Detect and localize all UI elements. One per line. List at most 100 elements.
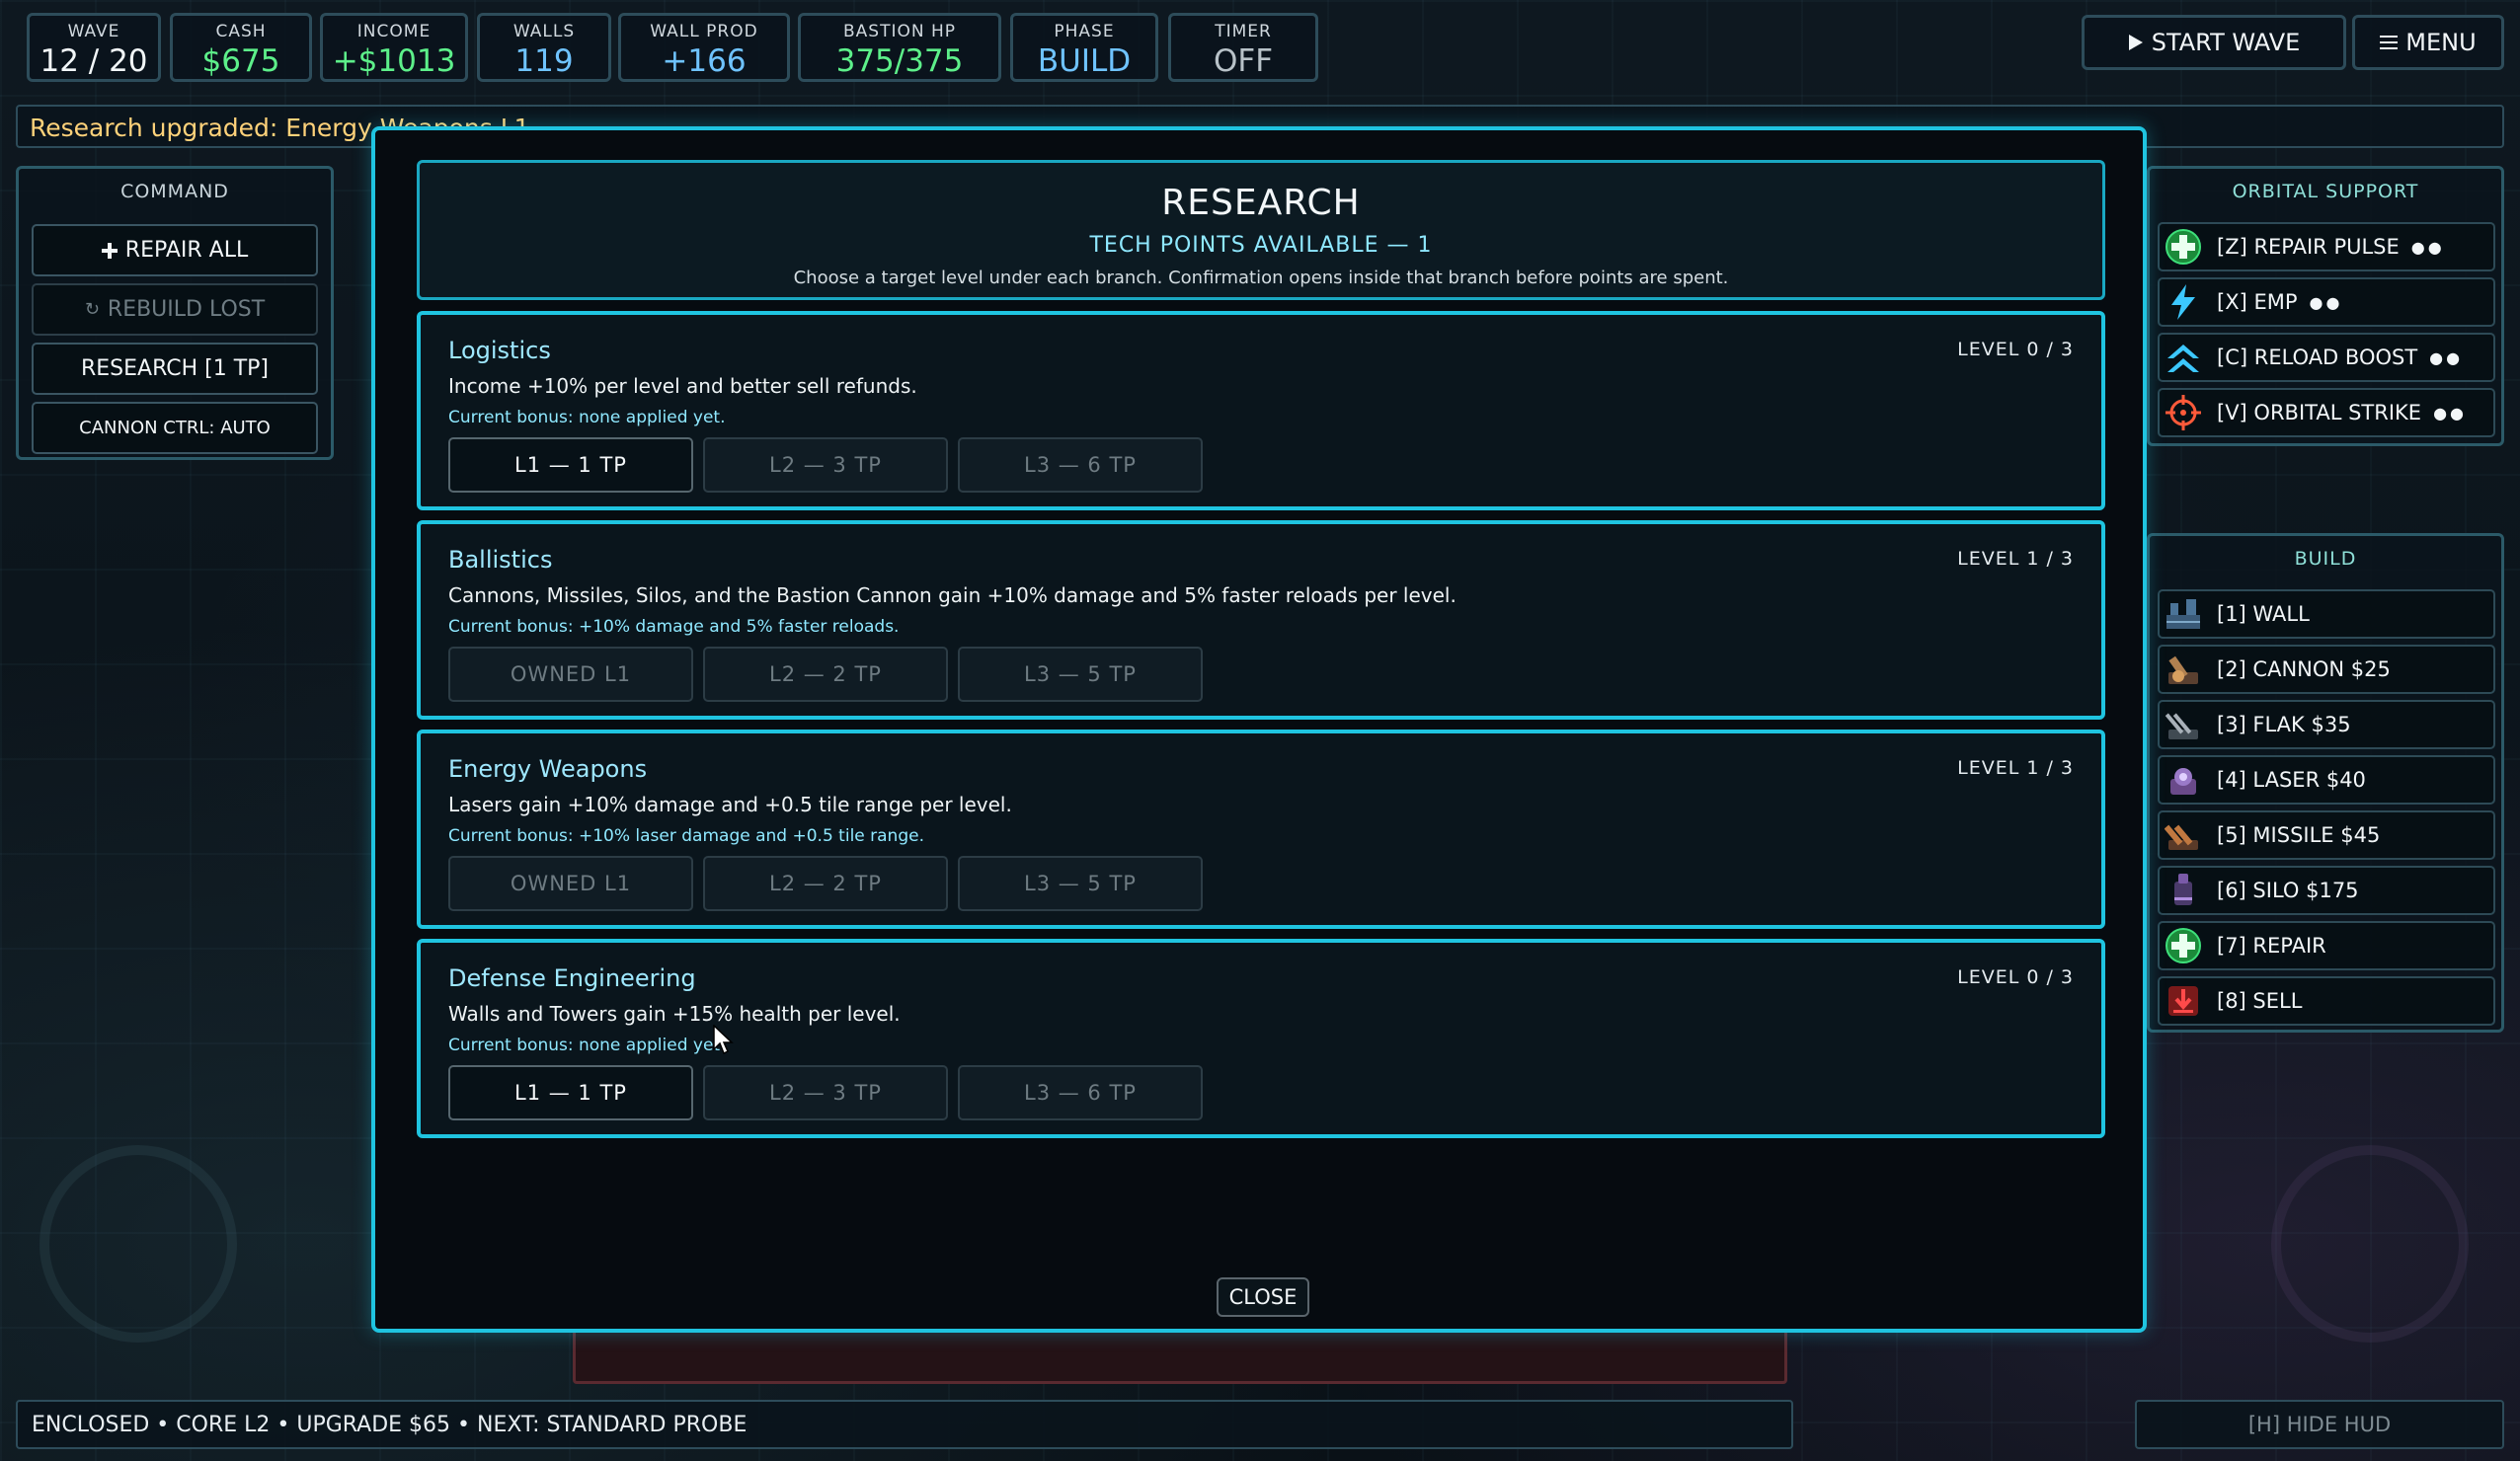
branch-name: Logistics — [448, 337, 551, 364]
stat-value: BUILD — [1037, 43, 1132, 79]
stat-value: $675 — [201, 43, 280, 79]
command-panel: COMMAND REPAIR ALL ↻ REBUILD LOST RESEAR… — [16, 166, 334, 460]
branch-description: Income +10% per level and better sell re… — [448, 374, 917, 398]
charge-indicator: ●● — [2410, 237, 2445, 257]
missile-icon — [2164, 815, 2203, 855]
silo-icon — [2164, 871, 2203, 910]
cannon-control-label: CANNON CTRL: AUTO — [79, 418, 271, 438]
defense-engineering-l2-button[interactable]: L2 — 3 TP — [703, 1065, 948, 1120]
logistics-l3-button[interactable]: L3 — 6 TP — [958, 437, 1203, 493]
research-modal: RESEARCH TECH POINTS AVAILABLE — 1 Choos… — [371, 126, 2147, 1333]
stat-value: +166 — [662, 43, 747, 79]
ballistics-l3-button[interactable]: L3 — 5 TP — [958, 647, 1203, 702]
menu-label: MENU — [2405, 29, 2477, 56]
orbital-item-reload-boost[interactable]: [C] RELOAD BOOST ●● — [2158, 333, 2495, 382]
build-item-label: [8] SELL — [2217, 989, 2303, 1013]
branch-description: Walls and Towers gain +15% health per le… — [448, 1002, 901, 1026]
branch-description: Cannons, Missiles, Silos, and the Bastio… — [448, 583, 1457, 607]
menu-button[interactable]: MENU — [2352, 15, 2504, 70]
stat-wave: WAVE 12 / 20 — [27, 13, 161, 82]
energy-weapons-l1-button[interactable]: OWNED L1 — [448, 856, 693, 911]
energy-weapons-l2-button[interactable]: L2 — 2 TP — [703, 856, 948, 911]
build-item-label: [4] LASER $40 — [2217, 768, 2366, 792]
branch-level: LEVEL 1 / 3 — [1957, 757, 2074, 779]
play-icon — [2128, 35, 2143, 50]
ballistics-l1-button[interactable]: OWNED L1 — [448, 647, 693, 702]
build-item-label: [6] SILO $175 — [2217, 879, 2359, 902]
status-bar: ENCLOSED • CORE L2 • UPGRADE $65 • NEXT:… — [16, 1400, 1793, 1449]
stat-wall-prod: WALL PROD +166 — [618, 13, 790, 82]
stat-timer: TIMER OFF — [1168, 13, 1318, 82]
energy-weapons-l3-button[interactable]: L3 — 5 TP — [958, 856, 1203, 911]
rebuild-lost-label: REBUILD LOST — [107, 297, 266, 322]
branch-name: Ballistics — [448, 546, 553, 574]
defense-engineering-l1-button[interactable]: L1 — 1 TP — [448, 1065, 693, 1120]
orbital-item-label: [Z] REPAIR PULSE — [2217, 235, 2400, 259]
refresh-icon: ↻ — [84, 299, 100, 320]
branch-description: Lasers gain +10% damage and +0.5 tile ra… — [448, 793, 1012, 816]
map-pad-left — [39, 1145, 237, 1343]
build-item-cannon[interactable]: [2] CANNON $25 — [2158, 645, 2495, 694]
repair-icon — [2164, 926, 2203, 965]
branch-current-bonus: Current bonus: +10% laser damage and +0.… — [448, 826, 924, 846]
stat-label: WALL PROD — [650, 22, 758, 41]
stat-cash: CASH $675 — [170, 13, 312, 82]
flak-icon — [2164, 705, 2203, 744]
build-item-laser[interactable]: [4] LASER $40 — [2158, 755, 2495, 805]
wall-icon — [2164, 594, 2203, 634]
orbital-item-label: [C] RELOAD BOOST — [2217, 346, 2418, 369]
branch-energy-weapons: Energy Weapons LEVEL 1 / 3 Lasers gain +… — [417, 730, 2105, 929]
build-item-repair[interactable]: [7] REPAIR — [2158, 921, 2495, 970]
cannon-control-button[interactable]: CANNON CTRL: AUTO — [32, 402, 318, 454]
ballistics-l2-button[interactable]: L2 — 2 TP — [703, 647, 948, 702]
branch-level: LEVEL 0 / 3 — [1957, 966, 2074, 988]
repair-all-button[interactable]: REPAIR ALL — [32, 224, 318, 276]
stat-label: WALLS — [512, 22, 576, 41]
rebuild-lost-button[interactable]: ↻ REBUILD LOST — [32, 283, 318, 336]
branch-ballistics: Ballistics LEVEL 1 / 3 Cannons, Missiles… — [417, 520, 2105, 720]
orbital-support-panel: ORBITAL SUPPORT [Z] REPAIR PULSE ●● [X] … — [2147, 166, 2504, 446]
hide-hud-button[interactable]: [H] HIDE HUD — [2135, 1400, 2504, 1449]
orbital-item-label: [X] EMP — [2217, 290, 2298, 314]
branch-name: Defense Engineering — [448, 964, 696, 992]
charge-indicator: ●● — [2309, 292, 2343, 312]
research-instructions: Choose a target level under each branch.… — [793, 268, 1729, 288]
defense-engineering-l3-button[interactable]: L3 — 6 TP — [958, 1065, 1203, 1120]
research-title: RESEARCH — [1161, 183, 1361, 223]
cannon-icon — [2164, 650, 2203, 689]
logistics-l1-button[interactable]: L1 — 1 TP — [448, 437, 693, 493]
reload-boost-icon — [2164, 338, 2203, 377]
stat-label: PHASE — [1054, 22, 1115, 41]
build-item-label: [1] WALL — [2217, 602, 2310, 626]
stat-value: 12 / 20 — [39, 43, 148, 79]
branch-logistics: Logistics LEVEL 0 / 3 Income +10% per le… — [417, 311, 2105, 510]
build-item-flak[interactable]: [3] FLAK $35 — [2158, 700, 2495, 749]
build-item-sell[interactable]: [8] SELL — [2158, 976, 2495, 1026]
orbital-item-repair-pulse[interactable]: [Z] REPAIR PULSE ●● — [2158, 222, 2495, 271]
crosshair-icon — [2164, 393, 2203, 432]
orbital-item-orbital-strike[interactable]: [V] ORBITAL STRIKE ●● — [2158, 388, 2495, 437]
hamburger-icon — [2380, 36, 2399, 49]
stat-label: BASTION HP — [842, 22, 957, 41]
charge-indicator: ●● — [2433, 403, 2467, 423]
stat-label: TIMER — [1215, 22, 1272, 41]
close-research-button[interactable]: CLOSE — [1217, 1277, 1309, 1317]
start-wave-button[interactable]: START WAVE — [2082, 15, 2346, 70]
stat-value: 375/375 — [835, 43, 964, 79]
research-button[interactable]: RESEARCH [1 TP] — [32, 343, 318, 395]
build-title: BUILD — [2294, 548, 2357, 570]
build-item-silo[interactable]: [6] SILO $175 — [2158, 866, 2495, 915]
build-item-wall[interactable]: [1] WALL — [2158, 589, 2495, 639]
branch-level: LEVEL 1 / 3 — [1957, 548, 2074, 570]
stat-value: +$1013 — [332, 43, 456, 79]
build-item-missile[interactable]: [5] MISSILE $45 — [2158, 810, 2495, 860]
build-panel: BUILD [1] WALL [2] CANNON $25 [3] FLAK $… — [2147, 533, 2504, 1033]
branch-current-bonus: Current bonus: none applied yet. — [448, 408, 726, 427]
orbital-item-emp[interactable]: [X] EMP ●● — [2158, 277, 2495, 327]
emp-lightning-icon — [2164, 282, 2203, 322]
plus-icon — [101, 242, 118, 259]
stat-walls: WALLS 119 — [477, 13, 611, 82]
logistics-l2-button[interactable]: L2 — 3 TP — [703, 437, 948, 493]
laser-icon — [2164, 760, 2203, 800]
start-wave-label: START WAVE — [2151, 29, 2301, 56]
